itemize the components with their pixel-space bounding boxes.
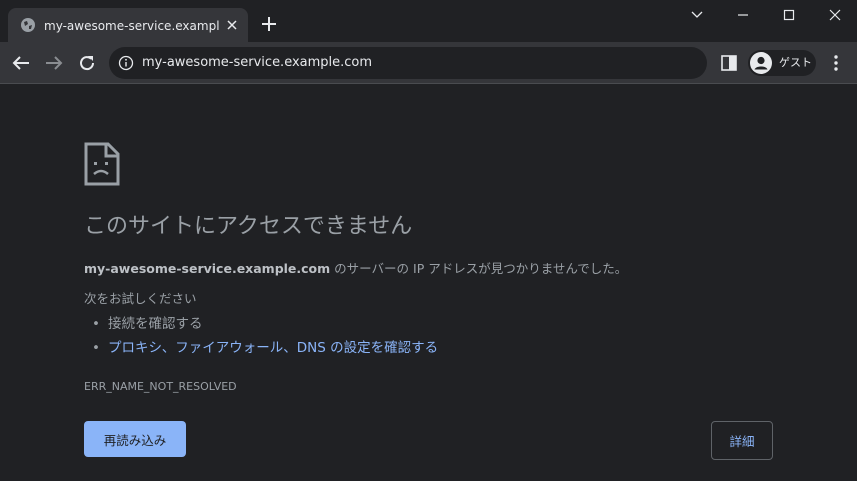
error-code: ERR_NAME_NOT_RESOLVED <box>84 380 237 393</box>
error-message: のサーバーの IP アドレスが見つかりませんでした。 <box>330 261 628 276</box>
suggestion-check-proxy-link[interactable]: プロキシ、ファイアウォール、DNS の設定を確認する <box>92 338 438 358</box>
details-button[interactable]: 詳細 <box>711 421 773 460</box>
try-label: 次をお試しください <box>84 291 197 306</box>
tab-title: my-awesome-service.example.com <box>44 19 220 33</box>
avatar-icon <box>750 52 772 74</box>
kebab-menu-icon[interactable] <box>826 53 846 73</box>
chevron-down-icon <box>691 11 703 18</box>
maximize-icon <box>783 9 795 21</box>
minimize-icon <box>738 14 748 16</box>
site-info-icon[interactable] <box>118 55 134 71</box>
error-host: my-awesome-service.example.com <box>84 261 331 276</box>
tab-strip: my-awesome-service.example.com <box>0 0 857 42</box>
reload-button[interactable]: 再読み込み <box>84 421 186 457</box>
globe-icon <box>21 18 35 32</box>
forward-arrow-icon[interactable] <box>42 51 66 75</box>
tab-search-button[interactable] <box>673 0 719 30</box>
url-text[interactable]: my-awesome-service.example.com <box>142 54 372 72</box>
maximize-button[interactable] <box>765 0 811 30</box>
sad-page-icon <box>84 142 120 186</box>
reload-icon[interactable] <box>75 51 99 75</box>
profile-button[interactable]: ゲスト <box>748 50 816 76</box>
tab-close-icon[interactable] <box>224 17 240 33</box>
suggestion-check-connection: 接続を確認する <box>92 314 202 334</box>
new-tab-icon[interactable] <box>258 13 280 35</box>
side-panel-icon[interactable] <box>720 54 738 72</box>
browser-toolbar: my-awesome-service.example.com ゲスト <box>0 42 857 84</box>
close-icon <box>829 9 841 21</box>
minimize-button[interactable] <box>719 0 765 30</box>
error-page: このサイトにアクセスできません my-awesome-service.examp… <box>0 85 857 481</box>
active-tab[interactable]: my-awesome-service.example.com <box>8 8 248 42</box>
back-arrow-icon[interactable] <box>9 51 33 75</box>
error-heading: このサイトにアクセスできません <box>84 214 413 239</box>
address-bar[interactable]: my-awesome-service.example.com <box>109 47 707 79</box>
error-description: my-awesome-service.example.com のサーバーの IP… <box>84 260 627 278</box>
close-window-button[interactable] <box>811 0 857 30</box>
profile-label: ゲスト <box>779 56 812 69</box>
